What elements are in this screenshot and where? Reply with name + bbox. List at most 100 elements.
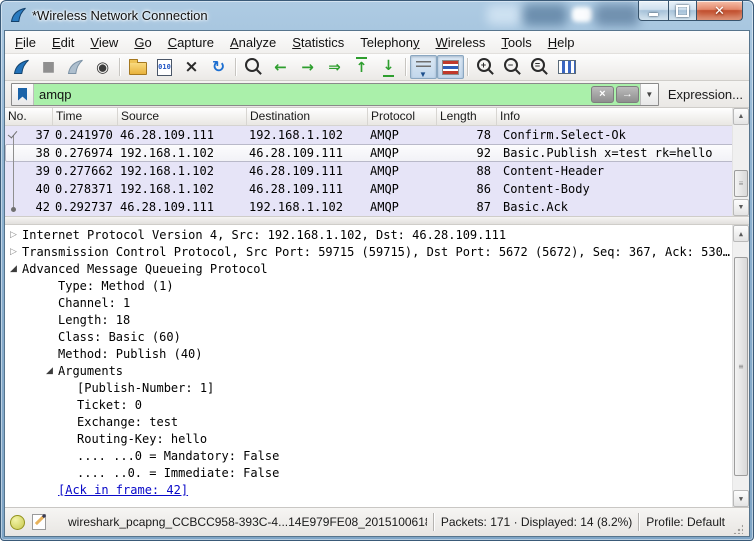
glass-blur-blob <box>595 4 639 26</box>
detail-line[interactable]: Routing-Key: hello <box>5 431 736 448</box>
minimize-button[interactable] <box>638 1 669 21</box>
menu-tools[interactable]: Tools <box>493 33 539 52</box>
scroll-up-button[interactable]: ▲ <box>733 108 749 125</box>
menu-capture[interactable]: Capture <box>160 33 222 52</box>
detail-line[interactable]: Ticket: 0 <box>5 397 736 414</box>
detail-line[interactable]: ▷Internet Protocol Version 4, Src: 192.1… <box>5 227 736 244</box>
detail-text: Exchange: test <box>77 415 178 429</box>
cell-info: Basic.Ack <box>497 198 736 216</box>
packet-row-38[interactable]: 380.276974192.168.1.10246.28.109.111AMQP… <box>5 144 736 162</box>
profile-label[interactable]: Profile: Default <box>646 515 725 529</box>
detail-line[interactable]: Length: 18 <box>5 312 736 329</box>
go-bottom-icon-wrap: ↓ <box>383 57 395 77</box>
resize-grip[interactable] <box>731 523 744 536</box>
packet-row-40[interactable]: 400.278371192.168.1.10246.28.109.111AMQP… <box>5 180 736 198</box>
menu-accel: y <box>413 35 420 50</box>
filter-dropdown-button[interactable]: ▼ <box>640 84 658 105</box>
expression-button[interactable]: Expression... <box>668 87 743 102</box>
detail-line[interactable]: Class: Basic (60) <box>5 329 736 346</box>
detail-line[interactable]: Method: Publish (40) <box>5 346 736 363</box>
menu-view[interactable]: View <box>82 33 126 52</box>
expert-info-button[interactable] <box>10 515 25 530</box>
capture-comment-icon[interactable] <box>32 514 46 530</box>
column-header-source[interactable]: Source <box>118 108 247 125</box>
scrollbar-thumb[interactable]: ≡ <box>734 257 748 476</box>
cell-length: 92 <box>437 144 497 162</box>
detail-line[interactable]: Exchange: test <box>5 414 736 431</box>
go-to-packet-icon[interactable]: ⇒ <box>321 55 348 79</box>
fin-shape <box>67 59 84 75</box>
close-button[interactable]: ✕ <box>697 1 743 21</box>
detail-line[interactable]: .... ...0 = Mandatory: False <box>5 448 736 465</box>
zoom-100-icon[interactable]: = <box>526 55 553 79</box>
autoscroll-toggle[interactable]: ▼ <box>410 55 437 79</box>
filter-apply-button[interactable]: → <box>616 86 639 103</box>
cell-protocol: AMQP <box>368 162 437 180</box>
scrollbar-thumb[interactable]: ≡ <box>734 170 748 197</box>
menu-wireless[interactable]: Wireless <box>428 33 494 52</box>
zoom-in-icon[interactable]: + <box>472 55 499 79</box>
resize-columns-icon[interactable] <box>553 55 580 79</box>
pane-splitter[interactable] <box>5 216 749 225</box>
detail-line[interactable]: ▷Transmission Control Protocol, Src Port… <box>5 244 736 261</box>
detail-line[interactable]: Channel: 1 <box>5 295 736 312</box>
capture-options-icon-glyph: ◉ <box>96 60 109 75</box>
go-top-icon[interactable]: ↑ <box>348 55 375 79</box>
expand-arrow-icon[interactable]: ▷ <box>8 244 19 261</box>
column-header-length[interactable]: Length <box>437 108 497 125</box>
detail-line[interactable]: [Ack in frame: 42] <box>5 482 736 499</box>
capture-interfaces-icon[interactable] <box>8 55 35 79</box>
menu-analyze[interactable]: Analyze <box>222 33 284 52</box>
menu-statistics[interactable]: Statistics <box>284 33 352 52</box>
zoom-out-icon[interactable]: − <box>499 55 526 79</box>
glass-blur-blob <box>487 5 521 25</box>
menu-file[interactable]: File <box>7 33 44 52</box>
filter-clear-button[interactable]: × <box>591 86 614 103</box>
column-header-info[interactable]: Info <box>497 108 736 125</box>
column-header-destination[interactable]: Destination <box>247 108 368 125</box>
packet-list-scrollbar[interactable]: ▲ ≡ ▼ <box>732 108 749 216</box>
expand-arrow-icon[interactable]: ▷ <box>8 227 19 244</box>
menu-edit[interactable]: Edit <box>44 33 82 52</box>
packet-row-39[interactable]: 390.277662192.168.1.10246.28.109.111AMQP… <box>5 162 736 180</box>
go-forward-icon[interactable]: → <box>294 55 321 79</box>
scroll-down-button[interactable]: ▼ <box>733 199 749 216</box>
colorize-toggle[interactable] <box>437 55 464 79</box>
column-header-no[interactable]: No. <box>5 108 53 125</box>
detail-line[interactable]: ◢Arguments <box>5 363 736 380</box>
save-file-icon[interactable]: 010 <box>151 55 178 79</box>
column-header-time[interactable]: Time <box>53 108 118 125</box>
maximize-button[interactable] <box>669 1 697 21</box>
detail-line[interactable]: [Publish-Number: 1] <box>5 380 736 397</box>
capture-stop-icon[interactable]: ■ <box>35 55 62 79</box>
collapse-arrow-icon[interactable]: ◢ <box>8 261 19 278</box>
detail-text: Transmission Control Protocol, Src Port:… <box>22 245 730 259</box>
cell-no: 40 <box>5 180 53 198</box>
cell-length: 87 <box>437 198 497 216</box>
frame-link[interactable]: [Ack in frame: 42] <box>58 483 188 497</box>
find-packet-icon[interactable] <box>240 55 267 79</box>
go-bottom-icon[interactable]: ↓ <box>375 55 402 79</box>
capture-options-icon[interactable]: ◉ <box>89 55 116 79</box>
menu-help[interactable]: Help <box>540 33 583 52</box>
go-back-icon[interactable]: ← <box>267 55 294 79</box>
display-filter-input[interactable] <box>34 84 590 105</box>
menu-go[interactable]: Go <box>126 33 159 52</box>
detail-text: Arguments <box>58 364 123 378</box>
packet-row-42[interactable]: 420.29273746.28.109.111192.168.1.102AMQP… <box>5 198 736 216</box>
packet-row-37[interactable]: 370.24197046.28.109.111192.168.1.102AMQP… <box>5 126 736 144</box>
detail-line[interactable]: ◢Advanced Message Queueing Protocol <box>5 261 736 278</box>
reload-file-icon[interactable]: ↻ <box>205 55 232 79</box>
cell-info: Content-Body <box>497 180 736 198</box>
collapse-arrow-icon[interactable]: ◢ <box>44 363 55 380</box>
capture-restart-icon[interactable] <box>62 55 89 79</box>
open-file-icon[interactable] <box>124 55 151 79</box>
close-file-icon[interactable]: × <box>178 55 205 79</box>
filter-bookmark-button[interactable] <box>12 84 34 105</box>
menu-telephony[interactable]: Telephony <box>352 33 427 52</box>
title-bar[interactable]: *Wireless Network Connection ✕ <box>1 1 753 30</box>
detail-line[interactable]: Type: Method (1) <box>5 278 736 295</box>
column-header-protocol[interactable]: Protocol <box>368 108 437 125</box>
detail-line[interactable]: .... ..0. = Immediate: False <box>5 465 736 482</box>
packet-list-pane: No.TimeSourceDestinationProtocolLengthIn… <box>5 108 749 216</box>
